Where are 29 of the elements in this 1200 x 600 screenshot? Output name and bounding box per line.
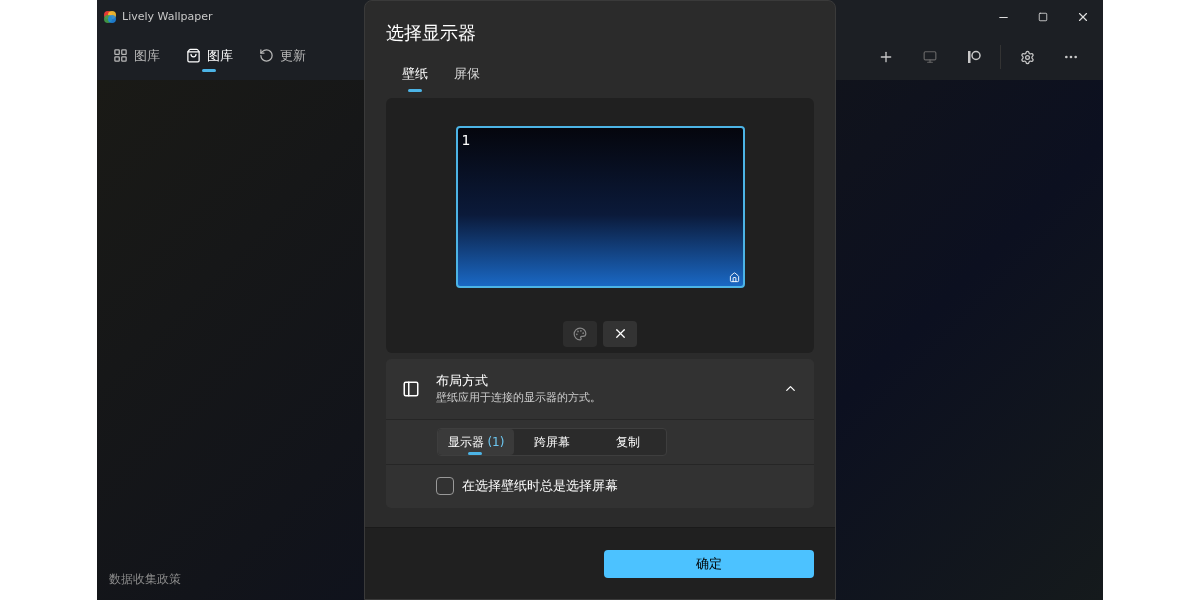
layout-icon: [402, 379, 420, 398]
layout-description: 壁纸应用于连接的显示器的方式。: [436, 390, 601, 406]
nav-tab[interactable]: 图库: [186, 41, 233, 73]
always-select-checkbox[interactable]: [436, 477, 454, 495]
dialog-title: 选择显示器: [386, 21, 477, 45]
customize-button[interactable]: [563, 320, 597, 347]
checkbox-label: 在选择壁纸时总是选择屏幕: [462, 477, 618, 496]
dialog-tab[interactable]: 屏保: [454, 64, 480, 92]
nav-tab[interactable]: 图库: [113, 41, 160, 73]
app-logo-icon: [103, 10, 117, 24]
privacy-policy-link[interactable]: 数据收集政策: [109, 570, 181, 588]
maximize-icon[interactable]: [1038, 12, 1048, 22]
nav-tab[interactable]: 更新: [259, 41, 306, 73]
bag-icon: [186, 48, 201, 63]
monitor-number: 1: [461, 130, 471, 150]
layout-option[interactable]: 复制: [590, 428, 666, 455]
layout-option[interactable]: 显示器 (1): [438, 428, 514, 455]
close-icon[interactable]: [1076, 10, 1090, 24]
window-title: Lively Wallpaper: [122, 8, 213, 25]
layout-title: 布局方式: [436, 371, 489, 390]
monitor-preview[interactable]: 1: [455, 125, 745, 288]
home-icon: [728, 271, 740, 283]
grid-icon: [113, 48, 128, 63]
dialog-tab[interactable]: 壁纸: [402, 64, 428, 92]
confirm-button[interactable]: 确定: [604, 549, 814, 578]
close-wallpaper-button[interactable]: [603, 320, 637, 347]
palette-icon: [573, 326, 587, 341]
refresh-icon: [259, 48, 274, 63]
layout-option[interactable]: 跨屏幕: [514, 428, 590, 455]
